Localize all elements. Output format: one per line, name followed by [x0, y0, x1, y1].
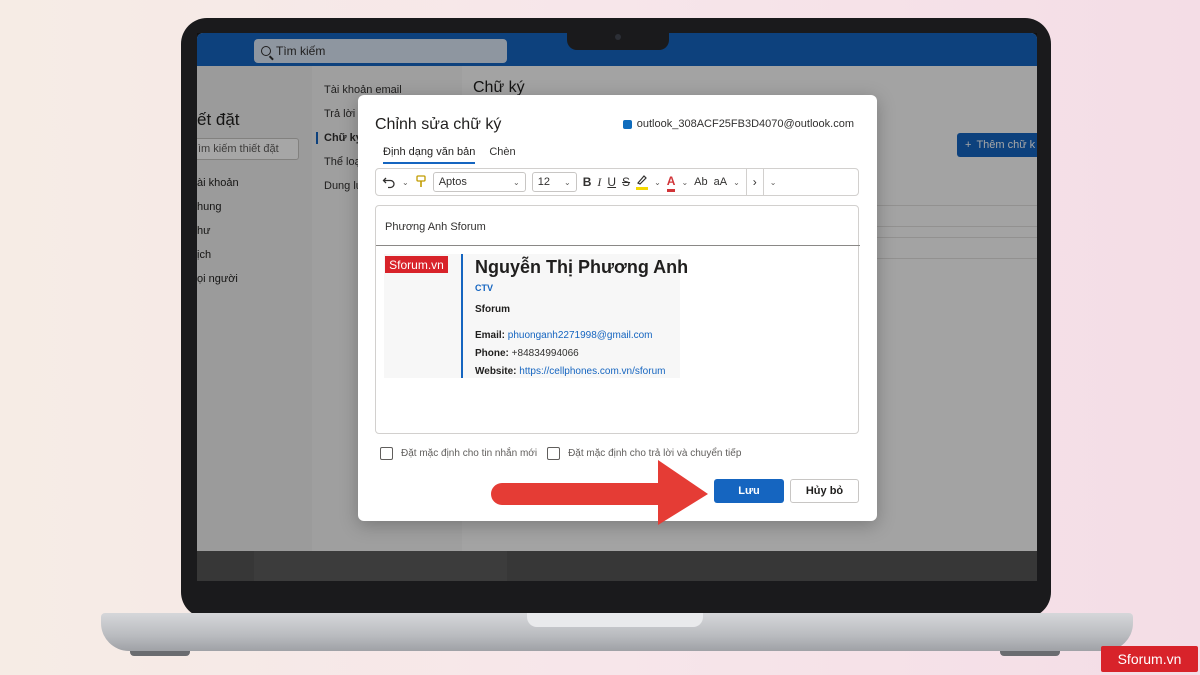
nav-item-mail[interactable]: hư: [197, 225, 210, 237]
settings-title: ết đặt: [197, 110, 240, 129]
chevron-down-icon[interactable]: ⌄: [733, 172, 740, 192]
settings-nav-primary: ết đặt ìm kiếm thiết đặt ài khoản hung h…: [197, 66, 312, 581]
highlighter-icon: [636, 174, 649, 190]
format-painter-icon[interactable]: [415, 172, 427, 192]
account-email: outlook_308ACF25FB3D4070@outlook.com: [636, 118, 854, 130]
settings-search-input[interactable]: ìm kiếm thiết đặt: [197, 138, 299, 160]
font-color-button[interactable]: A: [666, 172, 676, 192]
plus-icon: +: [965, 139, 972, 151]
email-label: Email:: [475, 330, 506, 341]
outlook-account-icon: [622, 119, 632, 129]
laptop-hinge-notch: [527, 613, 703, 627]
signature-editor[interactable]: Phương Anh Sforum Sforum.vn Nguyễn Thị P…: [375, 205, 860, 434]
bottom-bar: [197, 551, 1037, 581]
chevron-down-icon[interactable]: ⌄: [681, 172, 688, 192]
underline-button[interactable]: U: [607, 172, 616, 192]
signature-person-name: Nguyễn Thị Phương Anh: [475, 257, 689, 277]
chevron-down-icon: ⌄: [513, 177, 520, 187]
format-toolbar: ⌄ Aptos ⌄ 12 ⌄ B I U S ⌄ A ⌄ Ab aA ⌄ › ⌄: [375, 168, 859, 196]
add-signature-label: Thêm chữ k: [976, 139, 1036, 151]
more-options-icon[interactable]: ›: [745, 169, 764, 195]
account-indicator: outlook_308ACF25FB3D4070@outlook.com: [622, 118, 854, 130]
pointer-arrow-icon: [491, 460, 708, 525]
signature-card: Sforum.vn Nguyễn Thị Phương Anh CTV Sfor…: [384, 254, 688, 378]
font-size-toggle-button[interactable]: aA: [714, 172, 727, 192]
chevron-down-icon[interactable]: ⌄: [654, 172, 661, 192]
phone-label: Phone:: [475, 348, 509, 359]
dialog-title: Chỉnh sửa chữ ký: [375, 116, 502, 133]
signature-accent-bar: [461, 254, 463, 378]
settings-row: [877, 205, 1037, 227]
cancel-button[interactable]: Hủy bỏ: [790, 479, 859, 503]
signature-website-line: Website: https://cellphones.com.vn/sforu…: [475, 366, 665, 377]
laptop-foot: [130, 651, 190, 656]
nav-item-people[interactable]: ọi người: [197, 273, 238, 285]
sforum-logo: Sforum.vn: [385, 256, 448, 273]
expand-toolbar-icon[interactable]: ⌄: [770, 172, 777, 192]
website-link[interactable]: https://cellphones.com.vn/sforum: [519, 366, 665, 377]
font-family-select[interactable]: Aptos ⌄: [432, 172, 526, 192]
search-icon: [261, 46, 271, 56]
active-nav-marker: [316, 132, 318, 144]
nav-item-general[interactable]: hung: [197, 201, 221, 213]
nav-item-calendar[interactable]: ịch: [197, 249, 211, 261]
tab-insert[interactable]: Chèn: [489, 146, 515, 164]
undo-icon[interactable]: [382, 172, 396, 192]
default-new-message-checkbox[interactable]: [380, 447, 393, 460]
sforum-watermark: Sforum.vn: [1101, 646, 1198, 672]
save-button[interactable]: Lưu: [714, 479, 784, 503]
settings-row: [877, 237, 1037, 259]
editor-divider: [376, 245, 860, 246]
strikethrough-button[interactable]: S: [622, 172, 630, 192]
signature-phone-line: Phone: +84834994066: [475, 348, 579, 359]
camera-icon: [615, 34, 621, 40]
italic-button[interactable]: I: [597, 172, 601, 192]
font-size-value: 12: [537, 176, 550, 188]
font-family-value: Aptos: [438, 176, 467, 188]
nav-item-account[interactable]: ài khoản: [197, 177, 239, 189]
chevron-down-icon[interactable]: ⌄: [402, 172, 409, 192]
change-case-button[interactable]: Ab: [694, 172, 707, 192]
dialog-tabs: Định dạng văn bản Chèn: [383, 146, 516, 164]
bold-button[interactable]: B: [583, 172, 592, 192]
search-placeholder: Tìm kiếm: [276, 44, 326, 58]
signature-email-line: Email: phuonganh2271998@gmail.com: [475, 330, 653, 341]
font-size-select[interactable]: 12 ⌄: [531, 172, 577, 192]
signature-role: CTV: [475, 283, 493, 293]
signature-name-input[interactable]: Phương Anh Sforum: [385, 221, 486, 233]
tab-format-text[interactable]: Định dạng văn bản: [383, 146, 476, 164]
add-signature-button[interactable]: + Thêm chữ k: [957, 133, 1037, 157]
search-box[interactable]: Tìm kiếm: [254, 39, 507, 63]
phone-value: +84834994066: [511, 348, 579, 359]
laptop-foot: [1000, 651, 1060, 656]
chevron-down-icon: ⌄: [564, 177, 571, 187]
highlight-button[interactable]: [636, 172, 649, 192]
email-link[interactable]: phuonganh2271998@gmail.com: [508, 330, 653, 341]
signature-company: Sforum: [475, 304, 510, 315]
website-label: Website:: [475, 366, 517, 377]
